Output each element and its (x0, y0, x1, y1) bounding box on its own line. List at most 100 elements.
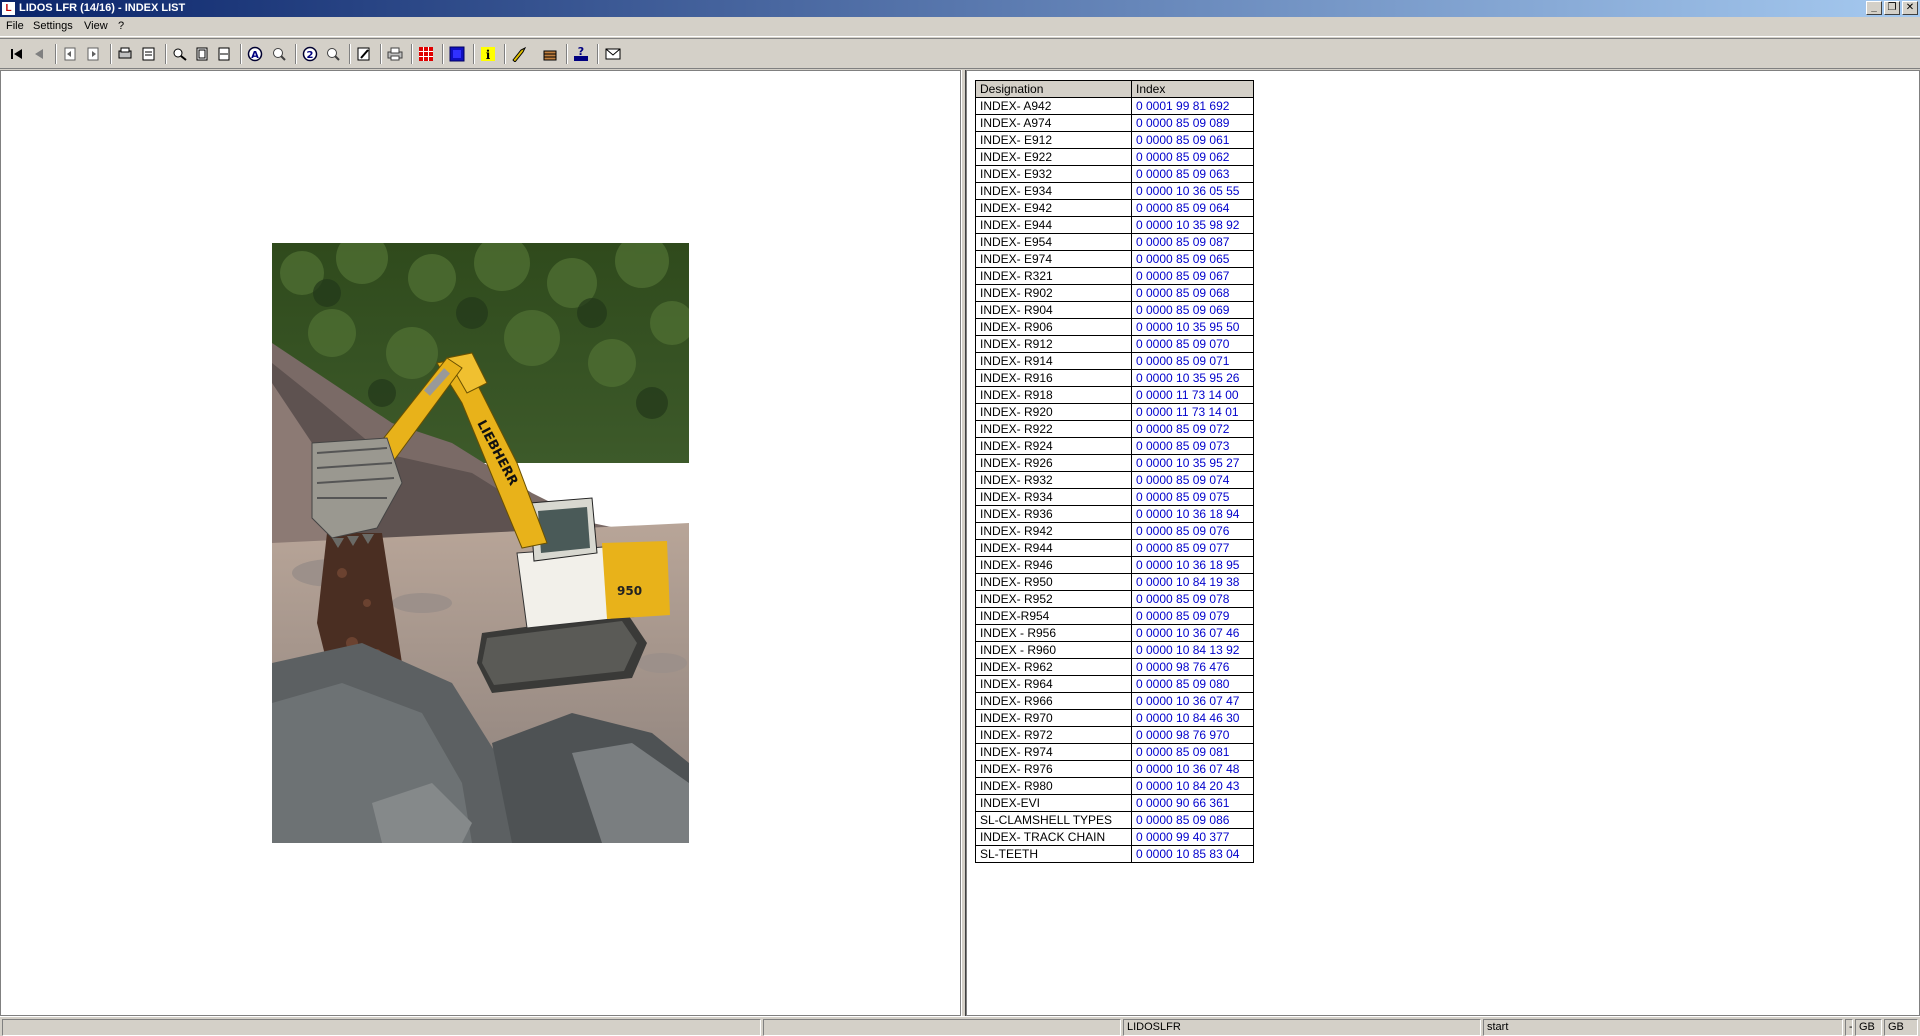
print-icon[interactable] (385, 45, 404, 63)
index-link[interactable]: 0 0000 10 36 18 94 (1131, 505, 1254, 523)
table-row[interactable]: INDEX- R922 0 0000 85 09 072 (975, 420, 1254, 438)
index-link[interactable]: 0 0000 11 73 14 01 (1131, 403, 1254, 421)
index-link[interactable]: 0 0000 85 09 074 (1131, 471, 1254, 489)
table-row[interactable]: INDEX- R920 0 0000 11 73 14 01 (975, 403, 1254, 421)
index-link[interactable]: 0 0000 85 09 073 (1131, 437, 1254, 455)
index-link[interactable]: 0 0000 10 36 07 46 (1131, 624, 1254, 642)
blue-square-icon[interactable] (447, 45, 466, 63)
index-link[interactable]: 0 0000 85 09 079 (1131, 607, 1254, 625)
index-link[interactable]: 0 0000 85 09 064 (1131, 199, 1254, 217)
table-row[interactable]: SL-CLAMSHELL TYPES 0 0000 85 09 086 (975, 811, 1254, 829)
table-row[interactable]: INDEX-EVI 0 0000 90 66 361 (975, 794, 1254, 812)
minimize-button[interactable]: _ (1866, 1, 1882, 15)
index-link[interactable]: 0 0000 10 35 95 50 (1131, 318, 1254, 336)
table-row[interactable]: INDEX- E932 0 0000 85 09 063 (975, 165, 1254, 183)
index-link[interactable]: 0 0000 10 84 46 30 (1131, 709, 1254, 727)
zoom-2-icon[interactable]: 2 (300, 45, 319, 63)
search-replace-icon[interactable] (323, 45, 342, 63)
index-link[interactable]: 0 0000 85 09 061 (1131, 131, 1254, 149)
index-link[interactable]: 0 0000 85 09 062 (1131, 148, 1254, 166)
table-row[interactable]: INDEX- R924 0 0000 85 09 073 (975, 437, 1254, 455)
table-row[interactable]: INDEX- R902 0 0000 85 09 068 (975, 284, 1254, 302)
index-link[interactable]: 0 0000 98 76 970 (1131, 726, 1254, 744)
index-link[interactable]: 0 0000 10 84 20 43 (1131, 777, 1254, 795)
tools-icon[interactable] (509, 45, 528, 63)
table-row[interactable]: INDEX- R321 0 0000 85 09 067 (975, 267, 1254, 285)
index-link[interactable]: 0 0000 85 09 065 (1131, 250, 1254, 268)
index-link[interactable]: 0 0000 85 09 075 (1131, 488, 1254, 506)
mail-icon[interactable] (603, 45, 622, 63)
help-lidos-icon[interactable]: ? (571, 45, 590, 63)
annotation-search-icon[interactable] (269, 45, 288, 63)
index-link[interactable]: 0 0000 85 09 089 (1131, 114, 1254, 132)
table-row[interactable]: INDEX- R980 0 0000 10 84 20 43 (975, 777, 1254, 795)
index-link[interactable]: 0 0000 10 35 98 92 (1131, 216, 1254, 234)
index-link[interactable]: 0 0001 99 81 692 (1131, 97, 1254, 115)
table-row[interactable]: INDEX- R912 0 0000 85 09 070 (975, 335, 1254, 353)
index-link[interactable]: 0 0000 85 09 069 (1131, 301, 1254, 319)
table-row[interactable]: INDEX- R976 0 0000 10 36 07 48 (975, 760, 1254, 778)
index-link[interactable]: 0 0000 10 84 13 92 (1131, 641, 1254, 659)
fit-page-icon[interactable] (192, 45, 211, 63)
index-link[interactable]: 0 0000 85 09 067 (1131, 267, 1254, 285)
table-row[interactable]: INDEX- TRACK CHAIN 0 0000 99 40 377 (975, 828, 1254, 846)
table-row[interactable]: INDEX- R962 0 0000 98 76 476 (975, 658, 1254, 676)
restore-button[interactable]: ❐ (1884, 1, 1900, 15)
edit-icon[interactable] (354, 45, 373, 63)
table-row[interactable]: INDEX - R956 0 0000 10 36 07 46 (975, 624, 1254, 642)
index-link[interactable]: 0 0000 85 09 071 (1131, 352, 1254, 370)
table-row[interactable]: INDEX- R936 0 0000 10 36 18 94 (975, 505, 1254, 523)
menu-help[interactable]: ? (118, 20, 124, 32)
index-link[interactable]: 0 0000 11 73 14 00 (1131, 386, 1254, 404)
table-row[interactable]: INDEX- R926 0 0000 10 35 95 27 (975, 454, 1254, 472)
table-row[interactable]: INDEX- R974 0 0000 85 09 081 (975, 743, 1254, 761)
index-link[interactable]: 0 0000 10 36 18 95 (1131, 556, 1254, 574)
index-link[interactable]: 0 0000 85 09 086 (1131, 811, 1254, 829)
table-row[interactable]: INDEX- E922 0 0000 85 09 062 (975, 148, 1254, 166)
table-row[interactable]: INDEX- R918 0 0000 11 73 14 00 (975, 386, 1254, 404)
menu-view[interactable]: View (84, 20, 108, 32)
table-row[interactable]: INDEX- R952 0 0000 85 09 078 (975, 590, 1254, 608)
index-link[interactable]: 0 0000 10 35 95 27 (1131, 454, 1254, 472)
index-link[interactable]: 0 0000 10 36 05 55 (1131, 182, 1254, 200)
page-next-icon[interactable] (84, 45, 103, 63)
table-row[interactable]: INDEX- R906 0 0000 10 35 95 50 (975, 318, 1254, 336)
table-row[interactable]: INDEX- R944 0 0000 85 09 077 (975, 539, 1254, 557)
status-language-2[interactable]: GB (1884, 1019, 1918, 1036)
index-link[interactable]: 0 0000 85 09 080 (1131, 675, 1254, 693)
index-link[interactable]: 0 0000 85 09 068 (1131, 284, 1254, 302)
table-row[interactable]: INDEX- R972 0 0000 98 76 970 (975, 726, 1254, 744)
back-icon[interactable] (29, 45, 48, 63)
table-row[interactable]: INDEX- E974 0 0000 85 09 065 (975, 250, 1254, 268)
index-link[interactable]: 0 0000 85 09 087 (1131, 233, 1254, 251)
document-icon[interactable] (139, 45, 158, 63)
table-row[interactable]: INDEX- E954 0 0000 85 09 087 (975, 233, 1254, 251)
index-link[interactable]: 0 0000 98 76 476 (1131, 658, 1254, 676)
index-link[interactable]: 0 0000 85 09 076 (1131, 522, 1254, 540)
close-button[interactable]: ✕ (1902, 1, 1918, 15)
table-row[interactable]: INDEX - R960 0 0000 10 84 13 92 (975, 641, 1254, 659)
index-link[interactable]: 0 0000 10 36 07 48 (1131, 760, 1254, 778)
table-row[interactable]: INDEX- E942 0 0000 85 09 064 (975, 199, 1254, 217)
table-row[interactable]: INDEX- A974 0 0000 85 09 089 (975, 114, 1254, 132)
index-link[interactable]: 0 0000 99 40 377 (1131, 828, 1254, 846)
table-row[interactable]: SL-TEETH 0 0000 10 85 83 04 (975, 845, 1254, 863)
index-link[interactable]: 0 0000 10 84 19 38 (1131, 573, 1254, 591)
table-row[interactable]: INDEX- E944 0 0000 10 35 98 92 (975, 216, 1254, 234)
table-row[interactable]: INDEX- R914 0 0000 85 09 071 (975, 352, 1254, 370)
annotation-a-icon[interactable]: A (245, 45, 264, 63)
table-row[interactable]: INDEX- R932 0 0000 85 09 074 (975, 471, 1254, 489)
table-row[interactable]: INDEX-R954 0 0000 85 09 079 (975, 607, 1254, 625)
info-icon[interactable]: i (478, 45, 497, 63)
menu-file[interactable]: File (6, 20, 24, 32)
first-icon[interactable] (7, 45, 26, 63)
table-row[interactable]: INDEX- E912 0 0000 85 09 061 (975, 131, 1254, 149)
table-row[interactable]: INDEX- R966 0 0000 10 36 07 47 (975, 692, 1254, 710)
status-language-1[interactable]: GB (1855, 1019, 1882, 1036)
index-link[interactable]: 0 0000 85 09 078 (1131, 590, 1254, 608)
table-row[interactable]: INDEX- E934 0 0000 10 36 05 55 (975, 182, 1254, 200)
basket-icon[interactable] (540, 45, 559, 63)
app-icon[interactable]: L (2, 2, 15, 15)
table-row[interactable]: INDEX- R950 0 0000 10 84 19 38 (975, 573, 1254, 591)
table-row[interactable]: INDEX- R904 0 0000 85 09 069 (975, 301, 1254, 319)
